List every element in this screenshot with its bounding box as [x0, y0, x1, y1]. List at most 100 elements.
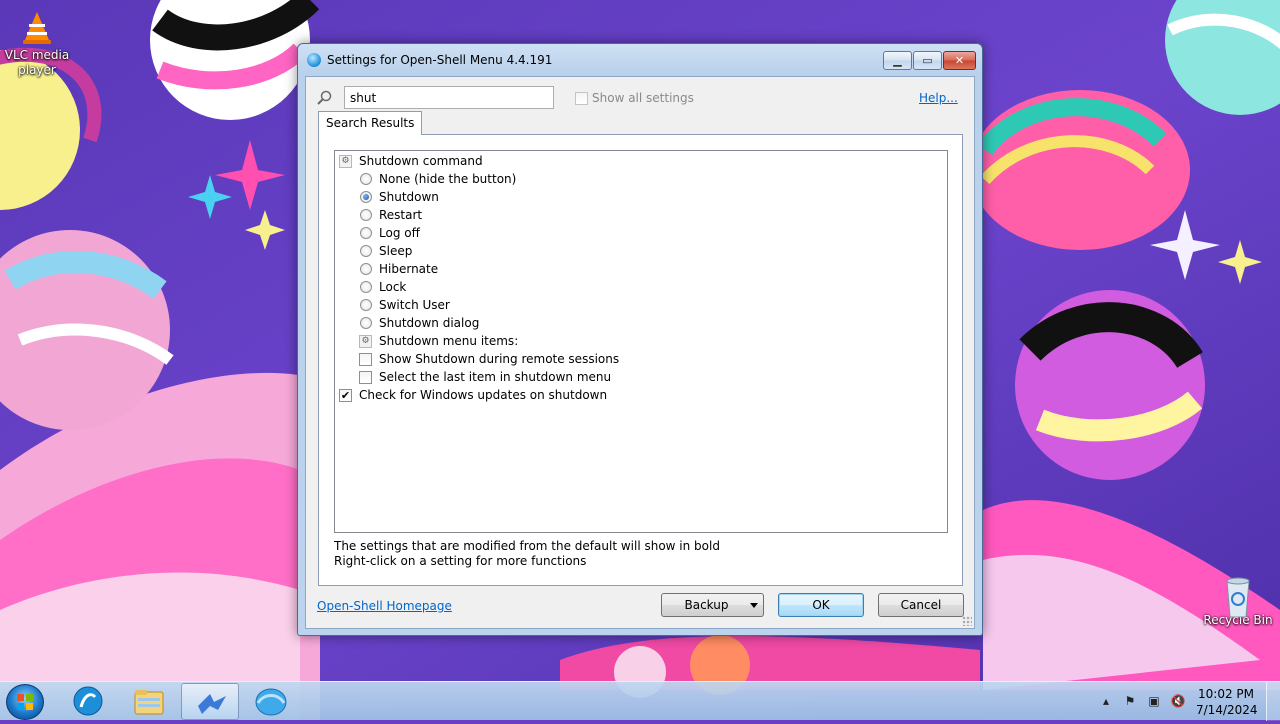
radio-button[interactable]: [359, 245, 372, 257]
radio-control[interactable]: [359, 299, 372, 312]
settings-dialog: Settings for Open-Shell Menu 4.4.191 ▁ ▭…: [297, 43, 983, 636]
open-shell-menu-icon: [73, 686, 103, 716]
minimize-icon: ▁: [893, 54, 902, 67]
radio-control[interactable]: [359, 317, 372, 330]
help-note: The settings that are modified from the …: [334, 539, 720, 569]
title-bar[interactable]: Settings for Open-Shell Menu 4.4.191 ▁ ▭…: [298, 44, 982, 76]
setting-label: Shutdown: [379, 190, 439, 204]
radio-control[interactable]: [359, 173, 372, 186]
windows-logo-icon: [17, 694, 34, 711]
setting-row[interactable]: Shutdown dialog: [335, 314, 947, 332]
chevron-down-icon: [750, 603, 758, 608]
setting-row[interactable]: Hibernate: [335, 260, 947, 278]
radio-control[interactable]: [359, 191, 372, 204]
maximize-button[interactable]: ▭: [913, 51, 942, 70]
setting-row[interactable]: ✔ Check for Windows updates on shutdown: [335, 386, 947, 404]
checkbox[interactable]: ✔: [339, 388, 352, 402]
setting-label: Shutdown menu items:: [379, 334, 519, 348]
checkbox-control[interactable]: [359, 352, 372, 366]
vlc-icon: [19, 10, 55, 46]
setting-row[interactable]: Shutdown: [335, 188, 947, 206]
show-hidden-icons-button[interactable]: ▴: [1098, 694, 1114, 710]
help-link[interactable]: Help...: [919, 91, 958, 105]
search-input[interactable]: [344, 86, 554, 109]
settings-group-icon: ⚙: [359, 334, 372, 348]
setting-row[interactable]: Select the last item in shutdown menu: [335, 368, 947, 386]
setting-row[interactable]: ⚙ Shutdown menu items:: [335, 332, 947, 350]
setting-label: Shutdown dialog: [379, 316, 480, 330]
tab-panel: ⚙ Shutdown command None (hide the button) S…: [318, 134, 963, 586]
setting-row[interactable]: None (hide the button): [335, 170, 947, 188]
radio-button[interactable]: [359, 191, 372, 203]
action-center-flag-icon[interactable]: ⚑: [1122, 694, 1138, 710]
folder-icon: [134, 690, 164, 715]
group-marker: ⚙: [359, 334, 372, 348]
setting-row[interactable]: Show Shutdown during remote sessions: [335, 350, 947, 368]
open-shell-icon: [307, 53, 321, 67]
desktop-icon-vlc[interactable]: VLC media player: [0, 10, 76, 78]
setting-row[interactable]: Sleep: [335, 242, 947, 260]
checkbox[interactable]: [359, 352, 372, 366]
desktop-icon-recycle-bin[interactable]: Recycle Bin: [1199, 575, 1277, 628]
radio-control[interactable]: [359, 209, 372, 222]
radio-control[interactable]: [359, 227, 372, 240]
radio-button[interactable]: [359, 281, 372, 293]
settings-tree[interactable]: ⚙ Shutdown command None (hide the button) S…: [334, 150, 948, 533]
maximize-icon: ▭: [922, 54, 933, 67]
recycle-bin-icon: [1220, 575, 1256, 618]
volume-muted-icon[interactable]: 🔇: [1170, 694, 1186, 710]
show-desktop-button[interactable]: [1266, 682, 1280, 721]
taskbar-open-shell-settings[interactable]: [181, 683, 239, 720]
taskbar-file-explorer[interactable]: [120, 683, 178, 720]
start-button[interactable]: [6, 684, 44, 720]
radio-control[interactable]: [359, 245, 372, 258]
open-shell-homepage-link[interactable]: Open-Shell Homepage: [317, 599, 452, 613]
taskbar-open-shell[interactable]: [59, 683, 117, 720]
setting-label: Show Shutdown during remote sessions: [379, 352, 620, 366]
checkbox-control[interactable]: [359, 370, 372, 384]
radio-control[interactable]: [359, 263, 372, 276]
cancel-button[interactable]: Cancel: [878, 593, 964, 617]
cancel-label: Cancel: [900, 598, 942, 612]
setting-row[interactable]: Log off: [335, 224, 947, 242]
checkbox-control[interactable]: ✔: [339, 388, 352, 402]
radio-button[interactable]: [359, 263, 372, 275]
minimize-button[interactable]: ▁: [883, 51, 912, 70]
note-modified-bold: The settings that are modified from the …: [334, 539, 720, 553]
close-button[interactable]: ✕: [943, 51, 976, 70]
taskbar-app[interactable]: [242, 683, 300, 720]
radio-button[interactable]: [359, 299, 372, 311]
taskbar: ▴ ⚑ ▣ 🔇 10:02 PM 7/14/2024: [0, 681, 1280, 721]
show-all-settings-checkbox[interactable]: Show all settings: [575, 91, 694, 105]
settings-group-icon: ⚙: [339, 154, 352, 168]
resize-grip[interactable]: [962, 616, 972, 626]
backup-label: Backup: [684, 598, 729, 612]
setting-label: Log off: [379, 226, 420, 240]
note-right-click: Right-click on a setting for more functi…: [334, 554, 587, 568]
setting-label: None (hide the button): [379, 172, 517, 186]
radio-button[interactable]: [359, 227, 372, 239]
checkbox-box[interactable]: [575, 91, 588, 105]
close-icon: ✕: [954, 54, 965, 67]
clock[interactable]: 10:02 PM 7/14/2024: [1196, 686, 1258, 718]
setting-row[interactable]: Restart: [335, 206, 947, 224]
setting-row[interactable]: ⚙ Shutdown command: [335, 152, 947, 170]
network-icon[interactable]: ▣: [1146, 694, 1162, 710]
tab-search-results[interactable]: Search Results: [318, 111, 423, 135]
shell-settings-icon: [198, 694, 226, 714]
radio-button[interactable]: [359, 317, 372, 329]
dialog-client-area: Show all settings Help... Search Results…: [305, 76, 975, 629]
ok-button[interactable]: OK: [778, 593, 864, 617]
setting-label: Select the last item in shutdown menu: [379, 370, 612, 384]
backup-button[interactable]: Backup: [661, 593, 764, 617]
setting-label: Restart: [379, 208, 423, 222]
radio-button[interactable]: [359, 209, 372, 221]
setting-label: Lock: [379, 280, 407, 294]
checkbox[interactable]: [359, 370, 372, 384]
search-icon: [317, 90, 332, 105]
setting-row[interactable]: Lock: [335, 278, 947, 296]
radio-control[interactable]: [359, 281, 372, 294]
desktop-icon-label: VLC media player: [4, 48, 70, 77]
setting-row[interactable]: Switch User: [335, 296, 947, 314]
radio-button[interactable]: [359, 173, 372, 185]
